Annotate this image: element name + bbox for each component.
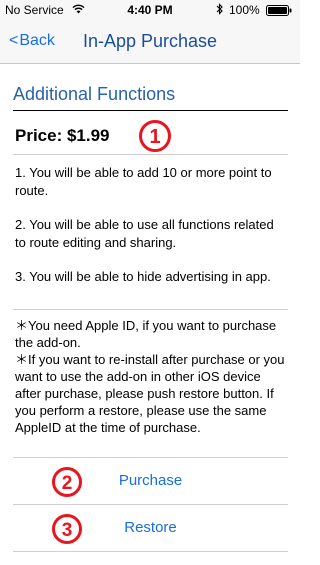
divider xyxy=(13,154,288,155)
benefits-list: 1. You will be able to add 10 or more po… xyxy=(15,164,287,302)
restore-button[interactable]: Restore xyxy=(13,519,288,536)
purchase-button[interactable]: Purchase xyxy=(13,472,288,489)
price-row: Price: $1.99 1 xyxy=(13,118,288,154)
battery-icon xyxy=(266,5,292,16)
bluetooth-icon xyxy=(216,3,223,15)
purchase-row[interactable]: 2 Purchase xyxy=(13,458,288,504)
note-item: ＊If you want to re-install after purchas… xyxy=(15,352,285,435)
benefit-item: 3. You will be able to hide advertising … xyxy=(15,269,271,284)
restore-row[interactable]: 3 Restore xyxy=(13,505,288,551)
section-title: Additional Functions xyxy=(13,84,176,104)
battery-percent: 100% xyxy=(229,3,260,17)
divider xyxy=(13,309,288,310)
marker-1-badge: 1 xyxy=(139,120,171,152)
status-bar: No Service 4:40 PM 100% xyxy=(0,0,300,20)
navigation-bar: < Back In-App Purchase xyxy=(0,20,300,64)
page-title: In-App Purchase xyxy=(82,31,218,51)
note-item: ＊You need Apple ID, if you want to purch… xyxy=(15,318,277,350)
svg-text:1: 1 xyxy=(149,126,160,148)
notes: ＊You need Apple ID, if you want to purch… xyxy=(15,317,287,436)
section-divider xyxy=(13,110,288,111)
benefit-item: 2. You will be able to use all functions… xyxy=(15,217,274,250)
price-label: Price: $1.99 xyxy=(15,126,110,145)
divider xyxy=(13,551,288,552)
benefit-item: 1. You will be able to add 10 or more po… xyxy=(15,165,272,198)
